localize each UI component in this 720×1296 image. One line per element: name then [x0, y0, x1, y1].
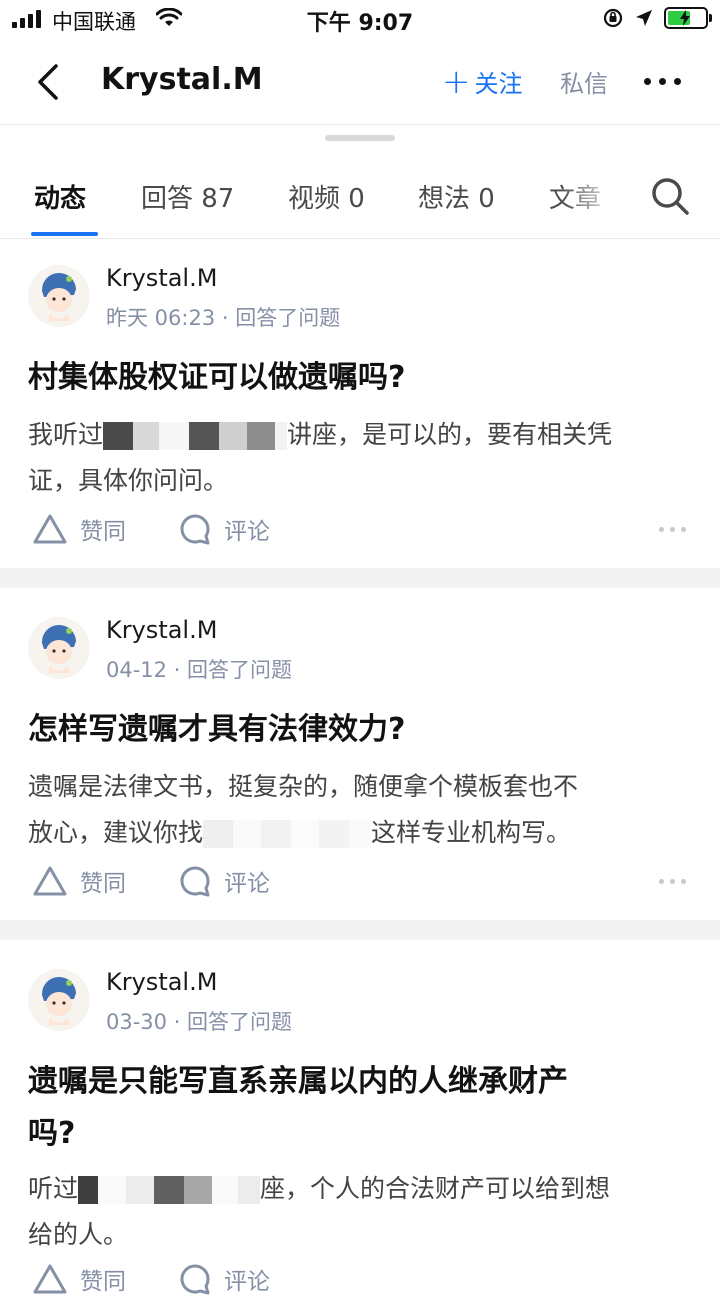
excerpt-text: 这样专业机构写。 — [371, 818, 572, 847]
excerpt-text: 座，个人的合法财产可以给到想 — [260, 1174, 611, 1203]
excerpt-text: 我听过 — [28, 420, 104, 449]
sheet-drag-handle[interactable] — [325, 135, 395, 141]
location-arrow-icon — [636, 10, 652, 26]
comment-bubble-icon — [180, 514, 210, 545]
redacted-block — [212, 1176, 239, 1204]
more-dots-icon[interactable] — [659, 527, 686, 532]
plus-icon: + — [442, 61, 471, 102]
excerpt-line: 我听过 讲座，是可以的，要有相关凭 — [28, 412, 692, 458]
feed-item[interactable]: Krystal.M 03-30 · 回答了问题 遗嘱是只能写直系亲属以内的人继承… — [0, 940, 720, 1295]
comment-label: 评论 — [224, 1269, 270, 1295]
upvote-label: 赞同 — [80, 871, 126, 897]
upvote-label: 赞同 — [80, 519, 126, 545]
upvote-button[interactable]: 赞同 — [32, 864, 126, 898]
redacted-block — [126, 1176, 155, 1204]
page-title: Krystal.M — [101, 62, 263, 97]
upvote-label: 赞同 — [80, 1269, 126, 1295]
answer-excerpt[interactable]: 我听过 讲座，是可以的，要有相关凭 证，具体你问问。 — [28, 412, 692, 504]
avatar-illustration — [28, 969, 90, 1031]
question-title[interactable]: 怎样写遗嘱才具有法律效力? — [28, 704, 692, 756]
excerpt-line: 听过 座，个人的合法财产可以给到想 — [28, 1166, 692, 1212]
redacted-block — [184, 1176, 213, 1204]
upvote-button[interactable]: 赞同 — [32, 1262, 126, 1296]
comment-bubble-icon — [180, 866, 210, 897]
answer-excerpt[interactable]: 听过 座，个人的合法财产可以给到想 给的人。 — [28, 1166, 692, 1258]
excerpt-text: 讲座，是可以的，要有相关凭 — [287, 420, 613, 449]
redacted-block — [133, 422, 160, 450]
battery-icon — [664, 7, 712, 29]
avatar[interactable] — [28, 969, 90, 1031]
tab-thoughts[interactable]: 想法 0 — [418, 178, 495, 215]
tab-answers[interactable]: 回答 87 — [141, 178, 234, 215]
redacted-block — [233, 820, 262, 848]
active-tab-indicator — [31, 232, 98, 236]
author-name[interactable]: Krystal.M — [106, 968, 217, 996]
author-name[interactable]: Krystal.M — [106, 264, 217, 292]
avatar-illustration — [28, 265, 90, 327]
redacted-block — [238, 1176, 261, 1204]
redacted-block — [349, 820, 372, 848]
tab-activity[interactable]: 动态 — [34, 178, 86, 215]
feed-divider — [0, 920, 720, 940]
post-meta: 04-12 · 回答了问题 — [106, 658, 293, 682]
profile-header: Krystal.M + 关注 私信 — [0, 40, 720, 125]
redacted-block — [189, 422, 220, 450]
more-options-icon[interactable] — [644, 78, 681, 85]
message-button[interactable]: 私信 — [560, 64, 608, 99]
redacted-block — [219, 422, 248, 450]
feed-item[interactable]: Krystal.M 昨天 06:23 · 回答了问题 村集体股权证可以做遗嘱吗?… — [0, 240, 720, 568]
upvote-triangle-icon — [33, 514, 67, 544]
comment-button[interactable]: 评论 — [178, 1262, 270, 1296]
avatar-illustration — [28, 617, 90, 679]
redacted-block — [203, 820, 234, 848]
status-bar: 中国联通 下午 9:07 — [0, 0, 720, 40]
upvote-button[interactable]: 赞同 — [32, 512, 126, 546]
redacted-block — [319, 820, 350, 848]
upvote-triangle-icon — [33, 866, 67, 896]
excerpt-line: 放心，建议你找 这样专业机构写。 — [28, 810, 692, 856]
redacted-block — [103, 422, 134, 450]
redacted-block — [154, 1176, 185, 1204]
rotation-lock-icon — [603, 8, 623, 28]
comment-button[interactable]: 评论 — [178, 864, 270, 898]
question-title[interactable]: 村集体股权证可以做遗嘱吗? — [28, 352, 692, 404]
follow-button[interactable]: + 关注 — [442, 64, 523, 99]
post-meta: 昨天 06:23 · 回答了问题 — [106, 306, 341, 330]
excerpt-line: 证，具体你问问。 — [28, 466, 229, 495]
redacted-block — [159, 422, 190, 450]
redacted-block — [275, 422, 288, 450]
comment-bubble-icon — [180, 1264, 210, 1295]
more-dots-icon[interactable] — [659, 879, 686, 884]
question-title[interactable]: 遗嘱是只能写直系亲属以内的人继承财产 吗? — [28, 1056, 692, 1160]
avatar[interactable] — [28, 617, 90, 679]
redacted-block — [98, 1176, 127, 1204]
excerpt-line: 遗嘱是法律文书，挺复杂的，随便拿个模板套也不 — [28, 772, 579, 801]
profile-tabs: 动态 回答 87 视频 0 想法 0 文章 — [0, 160, 720, 239]
comment-label: 评论 — [224, 519, 270, 545]
author-name[interactable]: Krystal.M — [106, 616, 217, 644]
excerpt-text: 听过 — [28, 1174, 79, 1203]
back-arrow-icon[interactable] — [32, 62, 68, 102]
redacted-block — [291, 820, 320, 848]
comment-button[interactable]: 评论 — [178, 512, 270, 546]
title-line: 遗嘱是只能写直系亲属以内的人继承财产 — [28, 1064, 568, 1099]
answer-excerpt[interactable]: 遗嘱是法律文书，挺复杂的，随便拿个模板套也不 放心，建议你找 这样专业机构写。 — [28, 764, 692, 856]
search-icon[interactable] — [650, 176, 690, 216]
title-line: 吗? — [28, 1116, 76, 1151]
redacted-block — [78, 1176, 99, 1204]
excerpt-text: 放心，建议你找 — [28, 818, 204, 847]
feed-item[interactable]: Krystal.M 04-12 · 回答了问题 怎样写遗嘱才具有法律效力? 遗嘱… — [0, 588, 720, 920]
avatar[interactable] — [28, 265, 90, 327]
follow-label: 关注 — [474, 70, 523, 98]
redacted-block — [261, 820, 292, 848]
redacted-block — [247, 422, 276, 450]
upvote-triangle-icon — [33, 1264, 67, 1294]
tab-videos[interactable]: 视频 0 — [288, 178, 365, 215]
tab-scroll-fade — [560, 160, 620, 236]
excerpt-line: 给的人。 — [28, 1220, 129, 1249]
post-meta: 03-30 · 回答了问题 — [106, 1010, 293, 1034]
feed-divider — [0, 568, 720, 588]
comment-label: 评论 — [224, 871, 270, 897]
